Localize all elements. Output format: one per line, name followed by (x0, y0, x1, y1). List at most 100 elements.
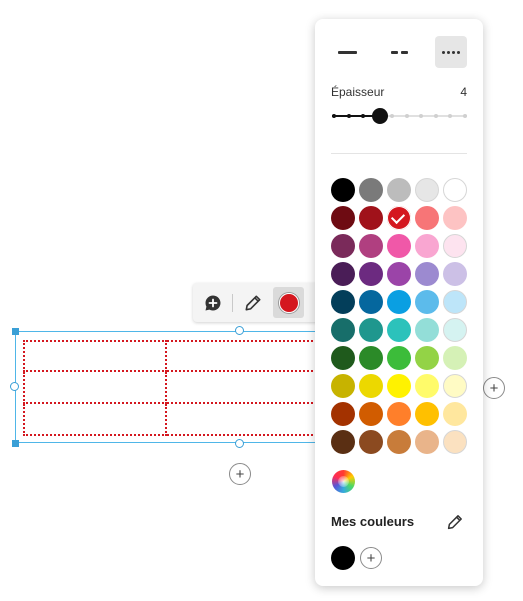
slider-step-dot (390, 114, 394, 118)
dashed-line-icon (390, 50, 408, 54)
color-swatch[interactable] (331, 346, 355, 370)
color-swatch[interactable] (443, 374, 467, 398)
color-palette (331, 178, 472, 454)
color-swatch[interactable] (415, 290, 439, 314)
slider-step-dot (361, 114, 365, 118)
table-toolbar (193, 283, 333, 322)
color-swatch[interactable] (415, 374, 439, 398)
border-color-button[interactable] (273, 287, 304, 318)
add-row-button[interactable]: + (229, 463, 251, 485)
color-swatch[interactable] (387, 430, 411, 454)
color-swatch[interactable] (359, 346, 383, 370)
edit-my-colors-icon[interactable] (446, 513, 464, 531)
color-swatch[interactable] (331, 318, 355, 342)
color-swatch[interactable] (443, 262, 467, 286)
thickness-label: Épaisseur (331, 85, 385, 99)
color-swatch[interactable] (331, 374, 355, 398)
color-swatch[interactable] (387, 402, 411, 426)
color-swatch[interactable] (387, 290, 411, 314)
color-swatch[interactable] (415, 402, 439, 426)
color-swatch[interactable] (443, 346, 467, 370)
color-swatch[interactable] (331, 430, 355, 454)
color-swatch[interactable] (443, 402, 467, 426)
solid-line-icon (337, 50, 357, 54)
color-swatch[interactable] (331, 290, 355, 314)
color-swatch[interactable] (415, 318, 439, 342)
color-swatch[interactable] (387, 262, 411, 286)
current-color-dot (278, 292, 299, 313)
resize-handle-top[interactable] (235, 326, 244, 335)
color-swatch[interactable] (359, 178, 383, 202)
color-swatch[interactable] (359, 374, 383, 398)
slider-step-dot (332, 114, 336, 118)
line-style-solid[interactable] (331, 36, 363, 68)
my-color-swatch[interactable] (331, 546, 355, 570)
my-colors-title: Mes couleurs (331, 514, 415, 529)
color-swatch[interactable] (415, 430, 439, 454)
color-swatch[interactable] (443, 430, 467, 454)
color-swatch[interactable] (387, 234, 411, 258)
color-swatch[interactable] (331, 402, 355, 426)
thickness-slider[interactable] (332, 107, 467, 125)
checkmark-icon (390, 209, 406, 225)
color-swatch[interactable] (415, 234, 439, 258)
color-swatch[interactable] (359, 234, 383, 258)
color-swatch[interactable] (387, 178, 411, 202)
color-swatch[interactable] (359, 402, 383, 426)
color-swatch[interactable] (415, 262, 439, 286)
color-swatch[interactable] (387, 206, 411, 230)
color-swatch[interactable] (331, 262, 355, 286)
color-swatch[interactable] (359, 290, 383, 314)
slider-step-dot (463, 114, 467, 118)
color-swatch[interactable] (443, 318, 467, 342)
color-swatch[interactable] (443, 206, 467, 230)
table-cell[interactable] (23, 404, 167, 436)
add-column-button[interactable]: + (483, 377, 505, 399)
resize-handle-top-left[interactable] (12, 328, 19, 335)
resize-handle-bottom-left[interactable] (12, 440, 19, 447)
color-swatch[interactable] (415, 346, 439, 370)
slider-thumb[interactable] (372, 108, 388, 124)
plus-icon: + (489, 379, 499, 397)
color-swatch[interactable] (331, 206, 355, 230)
color-swatch[interactable] (443, 234, 467, 258)
plus-icon: + (235, 465, 245, 483)
toolbar-separator (232, 294, 233, 312)
add-comment-button[interactable] (197, 287, 228, 318)
plus-icon: + (366, 549, 376, 567)
table-grid[interactable] (23, 340, 321, 436)
custom-color-picker-icon[interactable] (332, 470, 355, 493)
slider-step-dot (405, 114, 409, 118)
color-swatch[interactable] (359, 262, 383, 286)
line-style-dotted[interactable] (435, 36, 467, 68)
color-swatch[interactable] (415, 178, 439, 202)
table-cell[interactable] (23, 340, 167, 372)
color-swatch[interactable] (415, 206, 439, 230)
resize-handle-left[interactable] (10, 382, 19, 391)
pen-icon (245, 295, 260, 310)
slider-step-dot (448, 114, 452, 118)
color-swatch[interactable] (359, 318, 383, 342)
table-cell[interactable] (167, 404, 321, 436)
resize-handle-bottom[interactable] (235, 439, 244, 448)
dotted-line-icon (442, 50, 460, 54)
panel-divider (331, 153, 467, 154)
color-swatch[interactable] (443, 178, 467, 202)
slider-step-dot (419, 114, 423, 118)
color-swatch[interactable] (387, 346, 411, 370)
color-swatch[interactable] (387, 318, 411, 342)
edit-pen-button[interactable] (237, 287, 268, 318)
color-swatch[interactable] (331, 178, 355, 202)
color-swatch[interactable] (331, 234, 355, 258)
color-swatch[interactable] (387, 374, 411, 398)
line-style-dashed[interactable] (383, 36, 415, 68)
line-style-panel: Épaisseur 4 Mes couleurs + (315, 19, 483, 586)
color-swatch[interactable] (359, 206, 383, 230)
table-cell[interactable] (167, 340, 321, 372)
color-swatch[interactable] (359, 430, 383, 454)
table-cell[interactable] (167, 372, 321, 404)
color-swatch[interactable] (443, 290, 467, 314)
table-cell[interactable] (23, 372, 167, 404)
add-my-color-button[interactable]: + (360, 547, 382, 569)
slider-step-dot (347, 114, 351, 118)
